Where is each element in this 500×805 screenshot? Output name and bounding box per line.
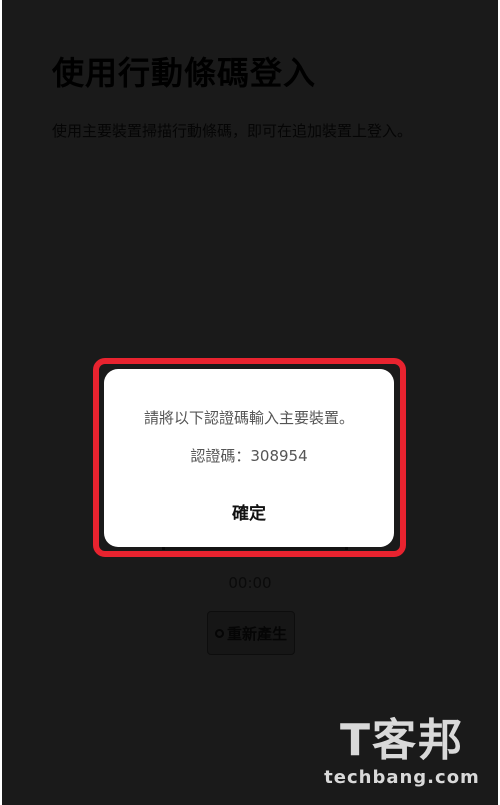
page-description: 使用主要裝置掃描行動條碼，即可在追加裝置上登入。 — [52, 122, 413, 140]
regenerate-label: 重新產生 — [226, 624, 287, 643]
page-title: 使用行動條碼登入 — [52, 54, 317, 92]
highlight-frame — [93, 358, 406, 557]
watermark-logo: T客邦 — [339, 715, 464, 766]
regenerate-button[interactable]: 重新產生 — [207, 611, 295, 655]
countdown-timer: 00:00 — [228, 574, 272, 592]
refresh-icon — [214, 628, 224, 638]
watermark-url: techbang.com — [324, 767, 480, 788]
watermark: T客邦 techbang.com — [320, 715, 484, 791]
screenshot-frame: 使用行動條碼登入 使用主要裝置掃描行動條碼，即可在追加裝置上登入。 00:00 … — [0, 0, 500, 805]
